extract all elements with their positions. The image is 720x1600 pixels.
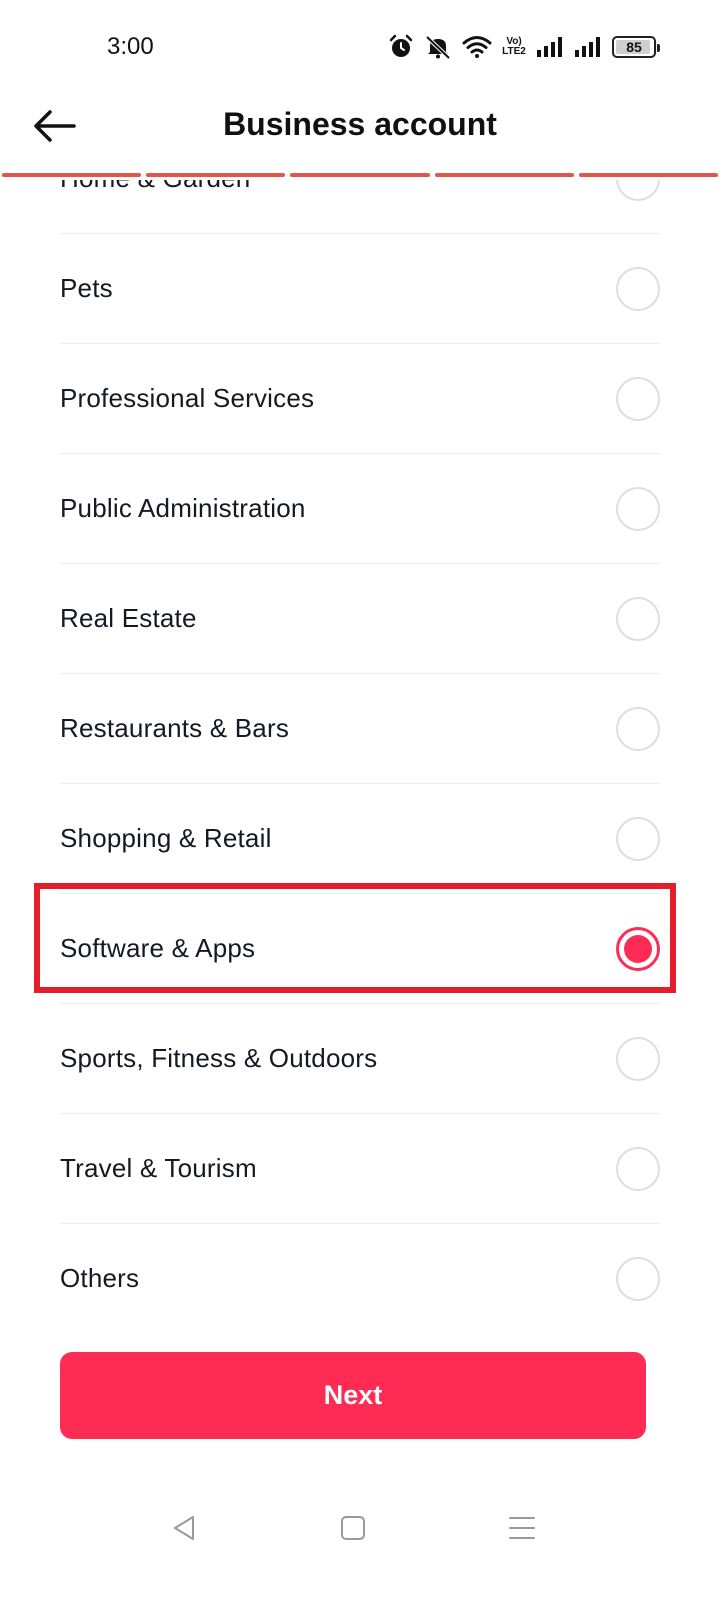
radio-button[interactable] <box>616 706 660 751</box>
radio-button-checked[interactable] <box>616 926 660 971</box>
header: Business account <box>0 96 720 170</box>
item-label: Sports, Fitness & Outdoors <box>60 1043 378 1073</box>
item-label: Home & Garden <box>60 180 250 194</box>
category-list[interactable]: Home & Garden Pets Professional Services… <box>0 180 720 1330</box>
back-triangle-icon[interactable] <box>164 1508 204 1548</box>
item-label: Public Administration <box>60 493 306 523</box>
battery-level: 85 <box>626 39 642 55</box>
status-icons: Vo) LTE2 85 <box>388 34 660 60</box>
signal-icon <box>536 36 564 58</box>
progress-step <box>578 173 719 177</box>
status-bar: 3:00 Vo) LTE2 85 <box>0 0 720 96</box>
progress-step <box>2 173 142 177</box>
progress-step <box>290 173 430 177</box>
radio-button[interactable] <box>616 486 660 531</box>
radio-button[interactable] <box>616 596 660 641</box>
progress-step <box>146 173 286 177</box>
list-item[interactable]: Professional Services <box>60 344 660 454</box>
page-title: Business account <box>223 106 497 142</box>
category-list-inner: Home & Garden Pets Professional Services… <box>0 180 720 1330</box>
item-label: Restaurants & Bars <box>60 713 290 743</box>
wifi-icon <box>462 35 492 59</box>
list-item[interactable]: Restaurants & Bars <box>60 674 660 784</box>
menu-lines-icon[interactable] <box>502 1508 542 1548</box>
radio-button[interactable] <box>616 1146 660 1191</box>
item-label: Software & Apps <box>60 933 256 963</box>
radio-button[interactable] <box>616 816 660 861</box>
item-label: Real Estate <box>60 603 197 633</box>
item-label: Travel & Tourism <box>60 1153 257 1183</box>
list-item[interactable]: Real Estate <box>60 564 660 674</box>
item-label: Shopping & Retail <box>60 823 272 853</box>
item-label: Professional Services <box>60 383 315 413</box>
radio-button[interactable] <box>616 1256 660 1301</box>
list-item[interactable]: Home & Garden <box>60 180 660 234</box>
radio-button[interactable] <box>616 376 660 421</box>
screen: 3:00 Vo) LTE2 85 Business account Pets P… <box>0 0 720 1600</box>
list-item[interactable]: Pets <box>60 234 660 344</box>
alarm-icon <box>388 34 414 60</box>
battery-icon: 85 <box>612 36 660 58</box>
volte-icon: Vo) LTE2 <box>502 36 526 57</box>
list-item[interactable]: Public Administration <box>60 454 660 564</box>
list-item[interactable]: Travel & Tourism <box>60 1114 660 1224</box>
home-square-icon[interactable] <box>333 1508 373 1548</box>
progress-steps <box>0 173 720 179</box>
status-time: 3:00 <box>107 33 154 60</box>
radio-button[interactable] <box>616 266 660 311</box>
radio-button[interactable] <box>616 1036 660 1081</box>
list-item[interactable]: Sports, Fitness & Outdoors <box>60 1004 660 1114</box>
signal-icon <box>574 36 602 58</box>
next-button[interactable]: Next <box>60 1352 646 1439</box>
list-item-selected[interactable]: Software & Apps <box>60 894 660 1004</box>
list-item[interactable]: Others <box>60 1224 660 1330</box>
mute-icon <box>424 34 452 60</box>
navigation-bar <box>0 1490 720 1560</box>
radio-button[interactable] <box>616 180 660 201</box>
item-label: Pets <box>60 273 113 303</box>
list-item[interactable]: Shopping & Retail <box>60 784 660 894</box>
item-label: Others <box>60 1263 140 1293</box>
progress-step <box>434 173 574 177</box>
battery-cap <box>657 44 660 52</box>
